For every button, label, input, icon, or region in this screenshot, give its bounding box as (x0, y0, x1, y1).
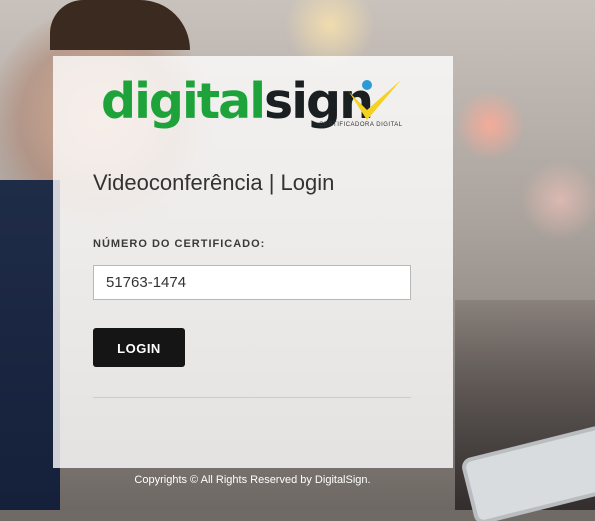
certificate-field-label: NÚMERO DO CERTIFICADO: (93, 238, 266, 250)
login-button[interactable]: LOGIN (93, 328, 185, 367)
checkmark-icon (349, 80, 401, 120)
login-panel: digitalsign CERTIFICADORA DIGITAL Videoc… (53, 56, 453, 468)
logo-word-green: digital (101, 73, 266, 130)
background-coat (0, 180, 60, 510)
logo-subtitle: CERTIFICADORA DIGITAL (319, 122, 403, 128)
divider (93, 397, 411, 398)
certificate-number-input[interactable] (93, 265, 411, 300)
digitalsign-logo: digitalsign CERTIFICADORA DIGITAL (101, 73, 411, 134)
copyright-footer: Copyrights © All Rights Reserved by Digi… (134, 474, 371, 486)
page-title: Videoconferência | Login (93, 170, 335, 195)
